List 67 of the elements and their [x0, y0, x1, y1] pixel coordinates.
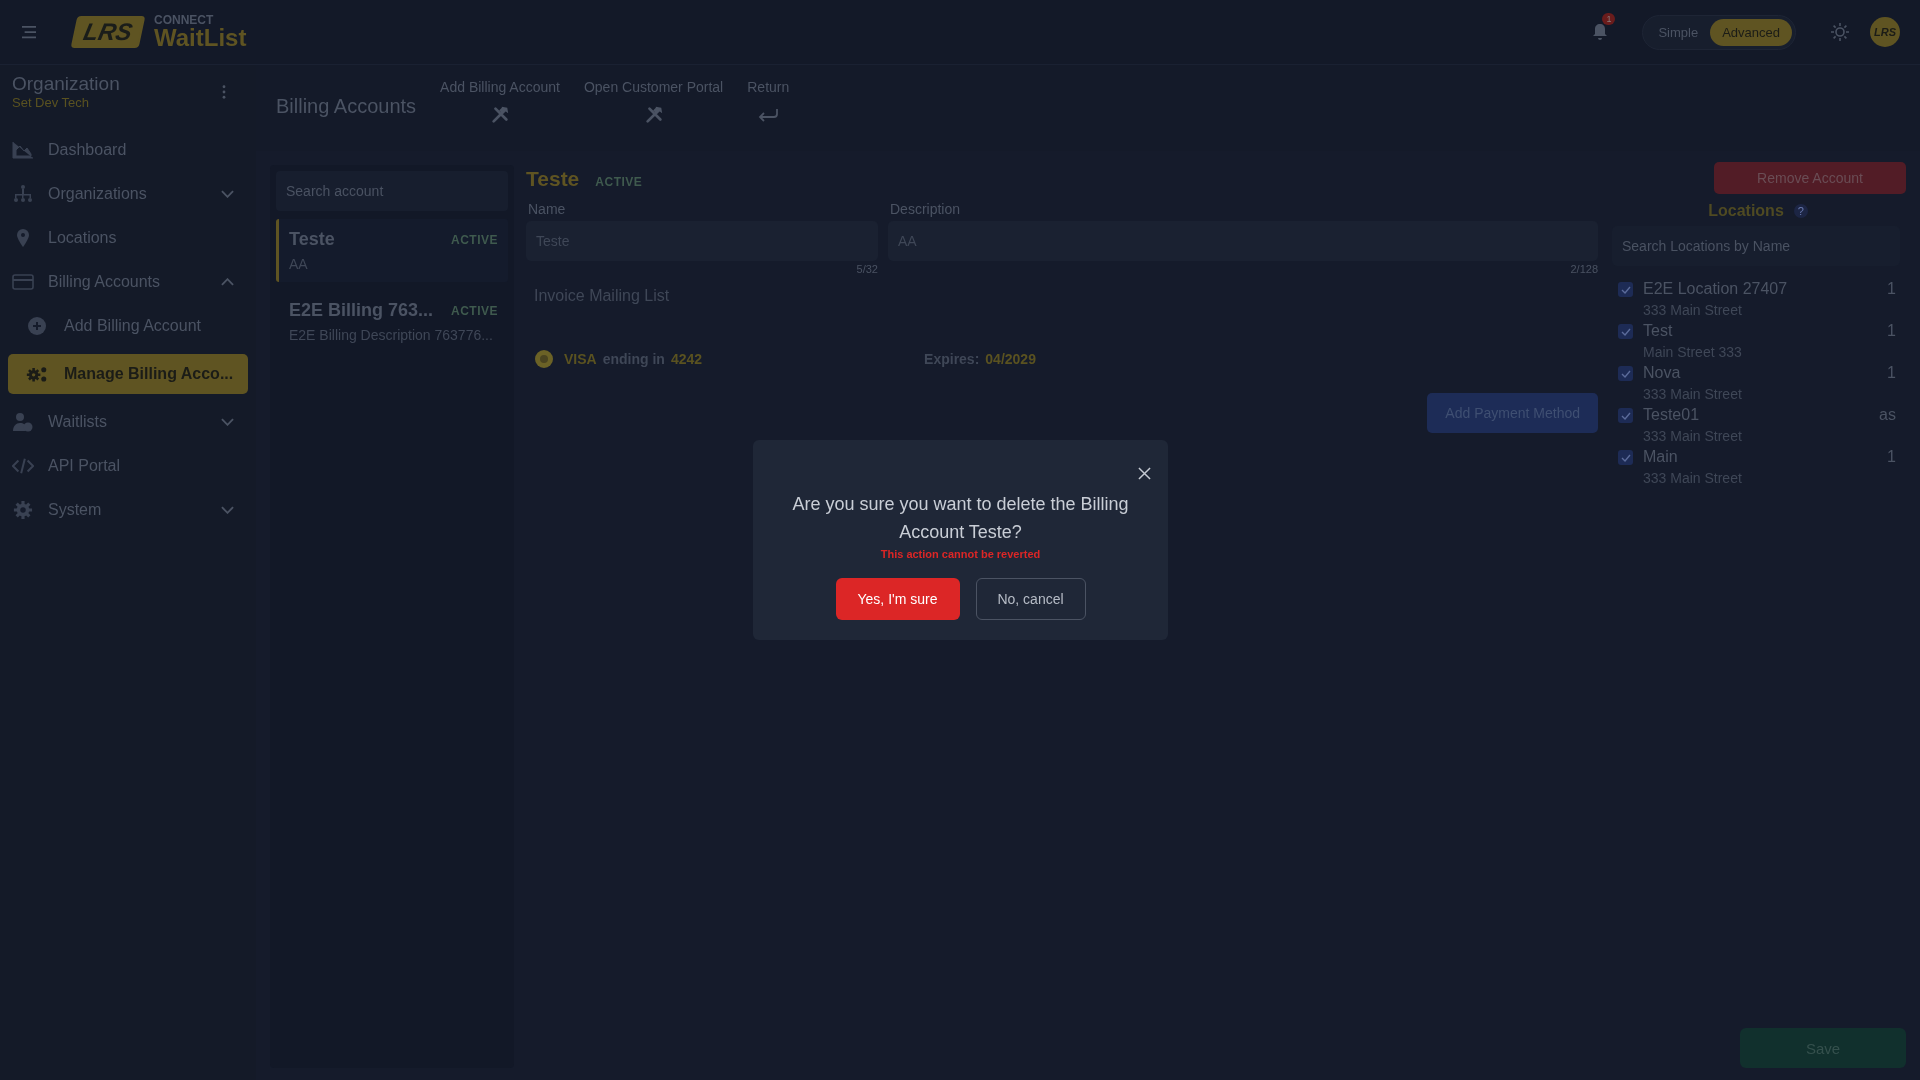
org-name: Set Dev Tech: [12, 95, 91, 110]
card-last-digits: 4242: [670, 351, 703, 367]
toolbar-action[interactable]: Return: [747, 79, 790, 125]
brand-name: WaitList: [154, 26, 247, 50]
nav-subitem[interactable]: Manage Billing Acco...: [8, 354, 248, 394]
nav-item[interactable]: Locations: [8, 216, 248, 260]
nav-item[interactable]: Billing Accounts: [8, 260, 248, 304]
credit-card-icon: [12, 272, 34, 292]
field-label: Name: [528, 201, 567, 217]
page-title: Billing Accounts: [276, 95, 417, 118]
checkbox[interactable]: [1618, 324, 1633, 339]
warning-text: This action cannot be reverted: [880, 548, 1041, 560]
locations-title: Locations: [1708, 202, 1784, 220]
account-name: E2E Billing 763...: [289, 300, 434, 321]
nav-item[interactable]: Waitlists: [8, 400, 248, 444]
status-label: ACTIVE: [451, 303, 498, 318]
nav-item[interactable]: Dashboard: [8, 128, 248, 172]
more-icon[interactable]: [222, 84, 226, 99]
confirm-button[interactable]: Yes, I'm sure: [835, 578, 960, 620]
checkbox[interactable]: [1618, 408, 1633, 423]
nav-item[interactable]: Organizations: [8, 172, 248, 216]
location-value: 1: [1887, 322, 1896, 340]
notification-badge: 1: [1602, 13, 1616, 25]
location-name: Test: [1643, 322, 1674, 340]
account-name: Teste: [289, 229, 335, 250]
code-icon: [12, 456, 34, 476]
checkbox[interactable]: [1618, 450, 1633, 465]
location-value: 1: [1887, 448, 1896, 466]
expiry-date: 04/2029: [985, 351, 1036, 367]
location-value: as: [1879, 406, 1896, 424]
chart-icon: [12, 140, 34, 160]
location-value: 1: [1887, 364, 1896, 382]
brand-caption: CONNECT: [154, 14, 215, 26]
help-icon[interactable]: ?: [1793, 204, 1808, 218]
close-icon[interactable]: [1138, 467, 1151, 480]
location-name: Teste01: [1643, 406, 1701, 424]
settings-icon: [12, 500, 34, 520]
card-brand: VISA: [564, 351, 597, 367]
account-title: Teste: [526, 167, 580, 191]
location-name: Nova: [1643, 364, 1682, 382]
location-value: 1: [1887, 280, 1896, 298]
dialog-message: Are you sure you want to delete the Billing Account Teste?: [791, 493, 1130, 544]
mode-tab[interactable]: Advanced: [1710, 18, 1792, 46]
status-label: ACTIVE: [451, 232, 498, 247]
hierarchy-icon: [12, 184, 34, 204]
nav-item[interactable]: API Portal: [8, 444, 248, 488]
plus-circle-icon: [26, 316, 48, 336]
logo: LRS: [70, 16, 146, 48]
avatar[interactable]: LRS: [1870, 17, 1900, 47]
location-name: E2E Location 27407: [1643, 280, 1789, 298]
location-name: Main: [1643, 448, 1679, 466]
radio-icon[interactable]: [534, 349, 554, 369]
nav-item[interactable]: System: [8, 488, 248, 532]
checkbox[interactable]: [1618, 366, 1633, 381]
gears-icon: [26, 364, 48, 384]
org-label: Organization: [12, 73, 121, 95]
bell-icon[interactable]: [1592, 23, 1609, 41]
field-label: Description: [890, 201, 962, 217]
sun-icon[interactable]: [1830, 22, 1850, 42]
nav-subitem[interactable]: Add Billing Account: [8, 306, 248, 346]
toolbar-action[interactable]: Add Billing Account: [440, 79, 560, 125]
toolbar-action[interactable]: Open Customer Portal: [583, 79, 724, 125]
status-label: ACTIVE: [595, 175, 643, 189]
menu-icon[interactable]: [20, 25, 38, 39]
tools-icon: [489, 105, 511, 125]
checkbox[interactable]: [1618, 282, 1633, 297]
cancel-button[interactable]: No, cancel: [975, 578, 1086, 620]
